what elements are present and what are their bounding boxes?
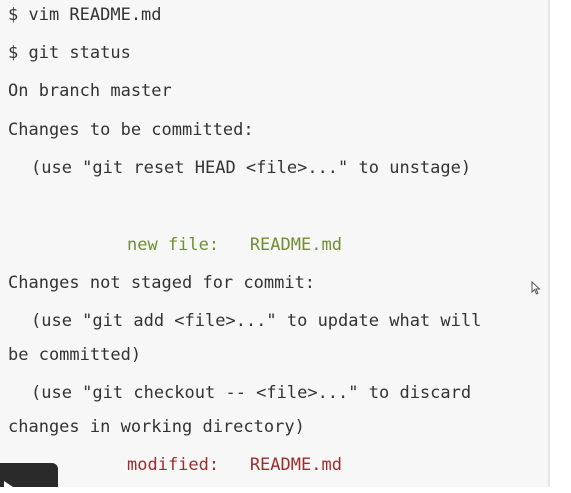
unstaged-hint-checkout-line1: (use "git checkout -- <file>..." to disc…	[31, 383, 472, 403]
unstaged-changes-header: Changes not staged for commit:	[8, 273, 316, 293]
play-icon[interactable]	[4, 481, 13, 493]
mouse-pointer-icon	[531, 281, 541, 295]
command-line-vim: $ vim README.md	[8, 5, 162, 25]
unstaged-hint-checkout-line2: changes in working directory)	[8, 417, 305, 437]
staged-changes-header: Changes to be committed:	[8, 120, 254, 140]
terminal-output-panel: $ vim README.md $ git status On branch m…	[0, 0, 548, 487]
branch-status-line: On branch master	[8, 81, 172, 101]
staged-changes-hint: (use "git reset HEAD <file>..." to unsta…	[31, 158, 472, 178]
command-line-git-status: $ git status	[8, 43, 131, 63]
modified-file-entry: modified: README.md	[127, 455, 342, 475]
staged-file-entry: new file: README.md	[127, 235, 342, 255]
unstaged-hint-add-line2: be committed)	[8, 345, 142, 365]
video-play-control[interactable]	[0, 463, 58, 493]
page-margin	[550, 0, 571, 487]
unstaged-hint-add-line1: (use "git add <file>..." to update what …	[31, 311, 482, 331]
